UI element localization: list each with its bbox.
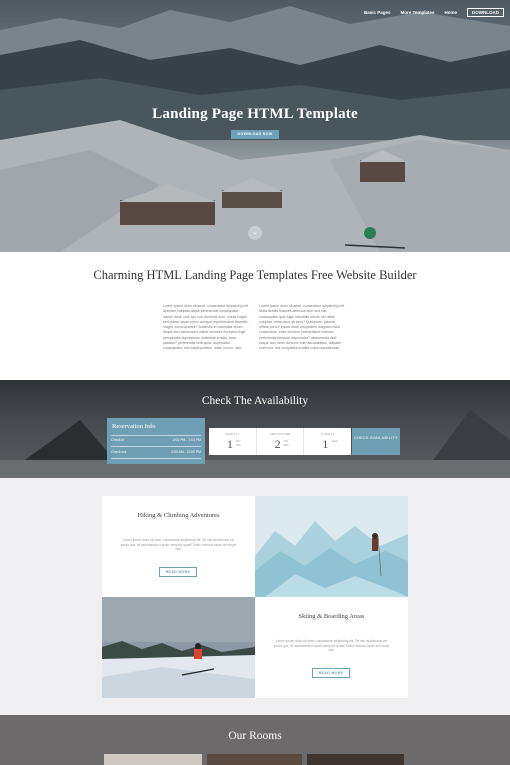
intro-title: Charming HTML Landing Page Templates Fre… bbox=[93, 268, 417, 282]
hero-title: Landing Page HTML Template bbox=[152, 106, 358, 122]
check-in-row: Check in 2:00 PM - 7:00 PM bbox=[111, 438, 201, 442]
guests-value: 1 bbox=[322, 437, 329, 451]
departure-value: 2 bbox=[274, 437, 281, 451]
nav-basic-pages[interactable]: Basic Pages bbox=[364, 10, 391, 15]
intro-section: Charming HTML Landing Page Templates Fre… bbox=[0, 252, 510, 380]
hero-overlay bbox=[0, 0, 510, 252]
top-nav: Basic Pages More Templates Home DOWNLOAD bbox=[364, 8, 504, 17]
arrival-sub: Oct Sun bbox=[236, 439, 241, 447]
arrival-value: 1 bbox=[227, 437, 233, 451]
check-out-label: Check out bbox=[111, 450, 127, 454]
arrival-label: ARRIVAL bbox=[224, 432, 240, 436]
hero-section: Basic Pages More Templates Home DOWNLOAD… bbox=[0, 0, 510, 252]
skiing-text: Lorem ipsum dolor sit amet, consectetur … bbox=[273, 639, 390, 653]
reservation-info-panel: Reservation Info Check in 2:00 PM - 7:00… bbox=[107, 418, 205, 464]
hiking-card: Hiking & Climbing Adventures Lorem ipsum… bbox=[102, 496, 255, 597]
room-image-1[interactable] bbox=[104, 754, 202, 765]
chevron-down-icon[interactable]: ⌄ bbox=[248, 226, 262, 240]
check-in-label: Check in bbox=[111, 438, 125, 442]
check-out-row: Check out 2:00 AM - 11:00 PM bbox=[111, 450, 201, 454]
hiking-read-more-button[interactable]: READ MORE bbox=[159, 567, 197, 577]
download-now-button[interactable]: DOWNLOAD NOW bbox=[231, 130, 279, 139]
booking-form: ARRIVAL 1 Oct Sun DEPARTURE 2 Oct Mon GU… bbox=[209, 428, 351, 455]
guests-label: GUESTS bbox=[320, 432, 335, 436]
intro-column-right: Lorem ipsum dolor sit amet, consectetur … bbox=[259, 304, 345, 351]
nav-download-button[interactable]: DOWNLOAD bbox=[467, 8, 504, 17]
divider bbox=[111, 435, 201, 436]
availability-title: Check The Availability bbox=[201, 395, 309, 407]
guests-field[interactable]: GUESTS 1 Adult bbox=[304, 428, 351, 455]
rooms-title: Our Rooms bbox=[228, 730, 282, 742]
room-image-2[interactable] bbox=[207, 754, 302, 765]
room-image-3[interactable] bbox=[307, 754, 404, 765]
nav-home[interactable]: Home bbox=[444, 10, 457, 15]
divider bbox=[111, 458, 201, 459]
check-out-time: 2:00 AM - 11:00 PM bbox=[171, 450, 201, 454]
guests-sub: Adult bbox=[331, 439, 338, 443]
intro-column-left: Lorem ipsum dolor sit amet, consectetur … bbox=[163, 304, 249, 351]
skiing-card: Skiing & Boarding Areas Lorem ipsum dolo… bbox=[255, 597, 408, 698]
check-in-time: 2:00 PM - 7:00 PM bbox=[172, 438, 201, 442]
skiing-read-more-button[interactable]: READ MORE bbox=[312, 668, 350, 678]
hiking-text: Lorem ipsum dolor sit amet, consectetur … bbox=[120, 538, 237, 552]
ice-climbing-image bbox=[255, 496, 408, 597]
reservation-title: Reservation Info bbox=[112, 423, 156, 430]
arrival-field[interactable]: ARRIVAL 1 Oct Sun bbox=[209, 428, 257, 455]
skiing-title: Skiing & Boarding Areas bbox=[298, 613, 365, 620]
check-availability-button[interactable]: CHECK AVAILABILITY bbox=[352, 428, 400, 455]
nav-more-templates[interactable]: More Templates bbox=[401, 10, 435, 15]
departure-sub: Oct Mon bbox=[283, 439, 290, 447]
hiking-title: Hiking & Climbing Adventures bbox=[137, 512, 220, 519]
departure-label: DEPARTURE bbox=[269, 432, 291, 436]
divider bbox=[111, 446, 201, 447]
departure-field[interactable]: DEPARTURE 2 Oct Mon bbox=[257, 428, 305, 455]
skiing-image bbox=[102, 597, 255, 698]
